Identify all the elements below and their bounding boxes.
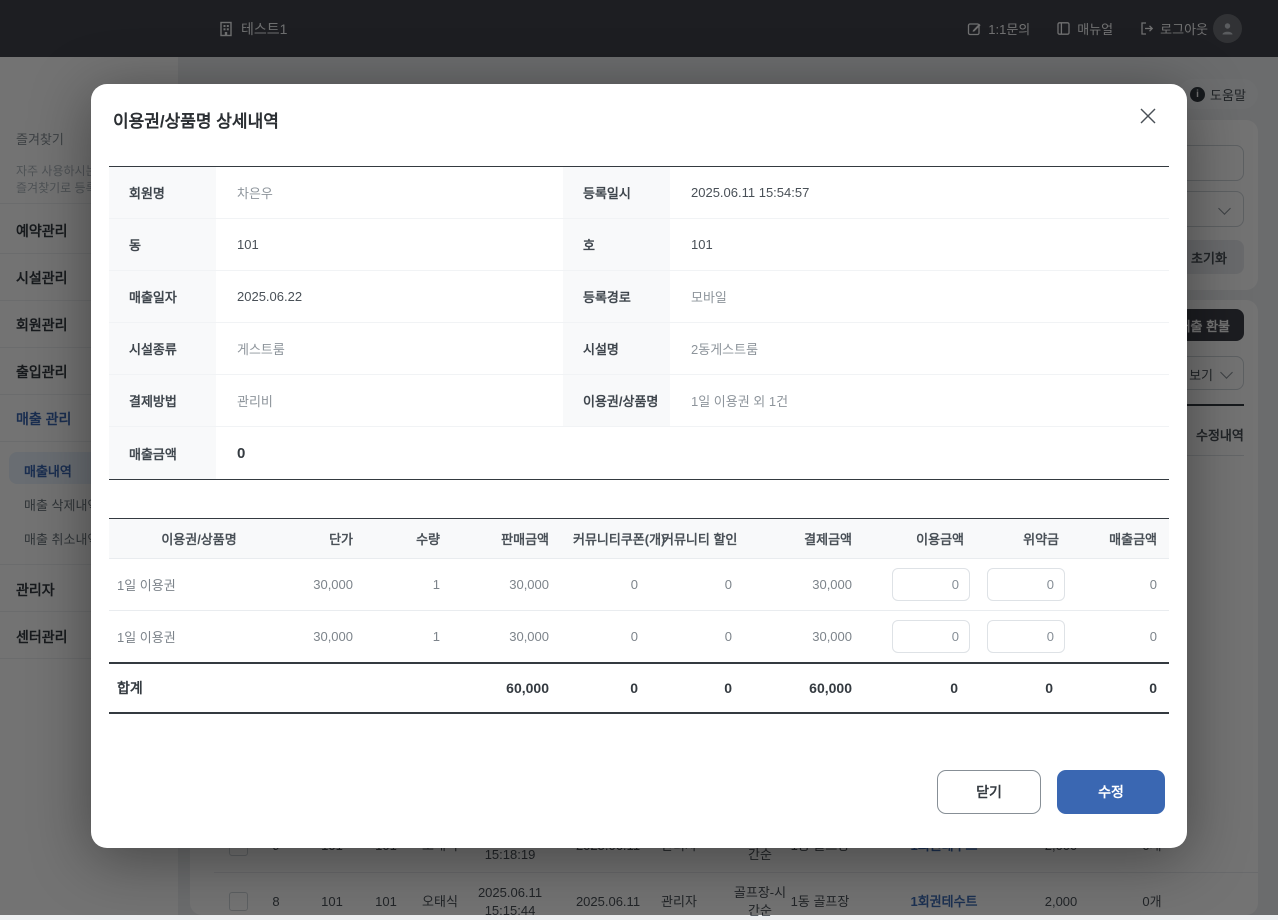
field-value-sale-amount: 0 bbox=[216, 427, 563, 479]
used-amount-input[interactable] bbox=[892, 568, 970, 601]
items-header-row: 이용권/상품명 단가 수량 판매금액 커뮤니티쿠폰(개) 커뮤니티 할인 결제금… bbox=[109, 519, 1169, 559]
field-value-pay-method: 관리비 bbox=[216, 375, 563, 426]
items-total-row: 합계 60,000 0 0 60,000 0 0 0 bbox=[109, 663, 1169, 713]
used-amount-input[interactable] bbox=[892, 620, 970, 653]
col-revenue: 매출금액 bbox=[1071, 519, 1169, 559]
col-used-amount: 이용금액 bbox=[864, 519, 976, 559]
col-sale-amount: 판매금액 bbox=[452, 519, 561, 559]
field-value-sale-date: 2025.06.22 bbox=[216, 271, 563, 322]
field-label: 결제방법 bbox=[109, 375, 216, 426]
field-value-product-name: 1일 이용권 외 1건 bbox=[670, 375, 1169, 426]
penalty-input[interactable] bbox=[987, 568, 1065, 601]
field-value-channel: 모바일 bbox=[670, 271, 1169, 322]
col-unit-price: 단가 bbox=[289, 519, 365, 559]
modal-title: 이용권/상품명 상세내역 bbox=[113, 107, 279, 132]
close-icon[interactable] bbox=[1134, 102, 1162, 130]
field-label: 회원명 bbox=[109, 167, 216, 218]
field-value-registered-at: 2025.06.11 15:54:57 bbox=[670, 167, 1169, 218]
close-button[interactable]: 닫기 bbox=[937, 770, 1041, 814]
col-qty: 수량 bbox=[365, 519, 452, 559]
penalty-input[interactable] bbox=[987, 620, 1065, 653]
col-community-discount: 커뮤니티 할인 bbox=[650, 519, 744, 559]
field-label: 호 bbox=[563, 219, 670, 270]
field-label: 등록경로 bbox=[563, 271, 670, 322]
field-value-dong: 101 bbox=[216, 219, 563, 270]
field-label: 시설명 bbox=[563, 323, 670, 374]
detail-info-table: 회원명 차은우 등록일시 2025.06.11 15:54:57 동 101 호… bbox=[109, 166, 1169, 480]
field-value-member-name: 차은우 bbox=[216, 167, 563, 218]
total-label: 합계 bbox=[109, 663, 289, 713]
items-table: 이용권/상품명 단가 수량 판매금액 커뮤니티쿠폰(개) 커뮤니티 할인 결제금… bbox=[109, 518, 1169, 714]
field-label: 이용권/상품명 bbox=[563, 375, 670, 426]
field-label: 매출일자 bbox=[109, 271, 216, 322]
col-penalty: 위약금 bbox=[976, 519, 1071, 559]
field-label: 등록일시 bbox=[563, 167, 670, 218]
items-row: 1일 이용권 30,000 1 30,000 0 0 30,000 0 bbox=[109, 611, 1169, 663]
field-value-ho: 101 bbox=[670, 219, 1169, 270]
col-paid-amount: 결제금액 bbox=[744, 519, 864, 559]
field-value-facility-type: 게스트룸 bbox=[216, 323, 563, 374]
submit-button[interactable]: 수정 bbox=[1057, 770, 1165, 814]
field-value-facility-name: 2동게스트룸 bbox=[670, 323, 1169, 374]
col-product: 이용권/상품명 bbox=[109, 519, 289, 559]
field-label: 매출금액 bbox=[109, 427, 216, 479]
field-label: 동 bbox=[109, 219, 216, 270]
detail-modal: 이용권/상품명 상세내역 회원명 차은우 등록일시 2025.06.11 15:… bbox=[91, 84, 1187, 848]
field-label: 시설종류 bbox=[109, 323, 216, 374]
items-row: 1일 이용권 30,000 1 30,000 0 0 30,000 0 bbox=[109, 559, 1169, 611]
col-community-coupon: 커뮤니티쿠폰(개) bbox=[561, 519, 650, 559]
